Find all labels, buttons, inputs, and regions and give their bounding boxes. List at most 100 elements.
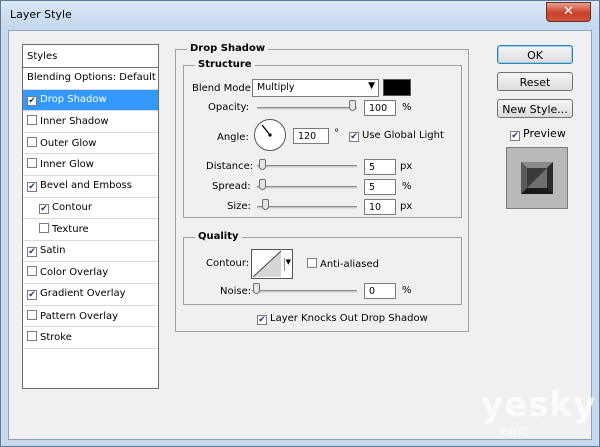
noise-input[interactable]: 0 bbox=[364, 283, 396, 299]
checkbox-icon[interactable] bbox=[39, 223, 49, 234]
checkbox-icon[interactable] bbox=[27, 158, 37, 169]
checkbox-icon[interactable]: ✔ bbox=[27, 246, 37, 257]
spread-unit: % bbox=[402, 181, 412, 192]
size-unit: px bbox=[400, 201, 413, 212]
reset-button[interactable]: Reset bbox=[497, 72, 573, 91]
size-input[interactable]: 10 bbox=[364, 199, 396, 215]
size-slider-thumb[interactable] bbox=[262, 199, 269, 210]
spread-slider-track[interactable] bbox=[257, 186, 357, 189]
title-bar[interactable]: Layer Style ✕ bbox=[1, 1, 599, 29]
layer-style-window: Layer Style ✕ Styles Blending Options: D… bbox=[0, 0, 600, 447]
opacity-slider-thumb[interactable] bbox=[349, 100, 356, 111]
contour-picker[interactable]: ▼ bbox=[251, 249, 293, 279]
checkbox-icon[interactable]: ✔ bbox=[27, 289, 37, 300]
contour-curve-icon bbox=[252, 250, 282, 278]
spread-label: Spread: bbox=[212, 181, 251, 192]
style-item-bevel-and-emboss[interactable]: ✔ Bevel and Emboss bbox=[23, 176, 158, 198]
chevron-down-icon: ▼ bbox=[368, 81, 375, 91]
style-item-label: Texture bbox=[52, 224, 89, 236]
size-slider-track[interactable] bbox=[257, 206, 357, 209]
anti-aliased-checkbox[interactable]: Anti-aliased bbox=[307, 258, 379, 270]
checkbox-icon[interactable]: ✔ bbox=[27, 95, 37, 106]
global-light-label: Use Global Light bbox=[362, 130, 444, 141]
noise-label: Noise: bbox=[220, 286, 252, 297]
style-item-blending-options-default[interactable]: Blending Options: Default bbox=[23, 68, 158, 90]
styles-list: Styles Blending Options: Default ✔ Drop Sh… bbox=[22, 44, 159, 389]
opacity-unit: % bbox=[402, 102, 412, 113]
blend-mode-label: Blend Mode: bbox=[192, 83, 255, 94]
style-item-inner-shadow[interactable]: Inner Shadow bbox=[23, 111, 158, 133]
preview-swatch-icon bbox=[521, 162, 553, 194]
distance-input[interactable]: 5 bbox=[364, 159, 396, 175]
anti-aliased-check-icon bbox=[307, 258, 317, 268]
window-title: Layer Style bbox=[10, 8, 72, 21]
anti-aliased-label: Anti-aliased bbox=[320, 259, 380, 270]
blend-mode-select[interactable]: Multiply ▼ bbox=[252, 79, 379, 97]
style-item-contour[interactable]: ✔ Contour bbox=[23, 198, 158, 220]
contour-label: Contour: bbox=[206, 258, 250, 269]
contour-dropdown-icon[interactable]: ▼ bbox=[283, 258, 291, 271]
structure-title: Structure bbox=[195, 59, 255, 70]
shadow-color-swatch[interactable] bbox=[383, 79, 411, 96]
blend-mode-value: Multiply bbox=[257, 82, 295, 93]
checkbox-icon[interactable] bbox=[27, 136, 37, 147]
style-item-label: Inner Glow bbox=[40, 159, 94, 171]
dialog-body: Styles Blending Options: Default ✔ Drop Sh… bbox=[8, 30, 592, 440]
checkbox-icon[interactable] bbox=[27, 309, 37, 320]
quality-title: Quality bbox=[195, 231, 242, 242]
style-item-texture[interactable]: Texture bbox=[23, 219, 158, 241]
new-style-button[interactable]: New Style... bbox=[497, 99, 573, 118]
watermark-logo: yesky bbox=[481, 385, 597, 425]
style-item-inner-glow[interactable]: Inner Glow bbox=[23, 154, 158, 176]
global-light-checkbox[interactable]: ✔ Use Global Light bbox=[349, 130, 444, 142]
preview-checkbox[interactable]: ✔ Preview bbox=[510, 127, 566, 141]
style-item-pattern-overlay[interactable]: Pattern Overlay bbox=[23, 306, 158, 328]
style-item-label: Inner Shadow bbox=[40, 116, 109, 128]
style-item-label: Gradient Overlay bbox=[40, 287, 126, 299]
close-icon: ✕ bbox=[563, 4, 574, 19]
knockout-checkbox[interactable]: ✔ Layer Knocks Out Drop Shadow bbox=[257, 313, 428, 325]
style-item-label: Color Overlay bbox=[40, 267, 109, 279]
checkbox-icon[interactable]: ✔ bbox=[27, 181, 37, 192]
angle-dial[interactable] bbox=[254, 119, 286, 151]
style-item-label: Bevel and Emboss bbox=[40, 179, 132, 191]
style-item-label: Contour bbox=[52, 201, 92, 213]
style-item-drop-shadow[interactable]: ✔ Drop Shadow bbox=[23, 89, 158, 112]
distance-label: Distance: bbox=[206, 161, 254, 172]
distance-slider-track[interactable] bbox=[257, 165, 357, 168]
global-light-check-icon: ✔ bbox=[349, 132, 359, 142]
angle-dial-icon bbox=[261, 124, 272, 137]
size-label: Size: bbox=[227, 201, 251, 212]
spread-slider-thumb[interactable] bbox=[259, 179, 266, 190]
checkbox-icon[interactable] bbox=[27, 266, 37, 277]
preview-check-icon: ✔ bbox=[510, 131, 520, 141]
style-item-label: Outer Glow bbox=[40, 137, 97, 149]
style-item-satin[interactable]: ✔ Satin bbox=[23, 241, 158, 263]
checkbox-icon[interactable]: ✔ bbox=[39, 203, 49, 214]
style-preview-thumbnail bbox=[506, 147, 568, 209]
angle-unit: ° bbox=[334, 128, 339, 139]
style-item-label: Stroke bbox=[40, 332, 72, 344]
style-item-gradient-overlay[interactable]: ✔ Gradient Overlay bbox=[23, 284, 158, 306]
style-item-label: Satin bbox=[40, 244, 66, 256]
style-item-color-overlay[interactable]: Color Overlay bbox=[23, 262, 158, 284]
checkbox-icon[interactable] bbox=[27, 331, 37, 342]
checkbox-icon[interactable] bbox=[27, 115, 37, 126]
noise-slider-track[interactable] bbox=[252, 290, 357, 293]
noise-slider-thumb[interactable] bbox=[253, 283, 260, 294]
opacity-label: Opacity: bbox=[208, 102, 250, 113]
style-item-outer-glow[interactable]: Outer Glow bbox=[23, 133, 158, 155]
style-item-stroke[interactable]: Stroke bbox=[23, 327, 158, 349]
angle-input[interactable]: 120 bbox=[293, 128, 329, 144]
opacity-input[interactable]: 100 bbox=[364, 100, 396, 116]
spread-input[interactable]: 5 bbox=[364, 179, 396, 195]
ok-button[interactable]: OK bbox=[497, 45, 573, 64]
style-item-label: Blending Options: Default bbox=[27, 72, 156, 83]
noise-unit: % bbox=[402, 285, 412, 296]
watermark-subtitle: 天极网 bbox=[498, 428, 528, 439]
close-button[interactable]: ✕ bbox=[546, 2, 591, 22]
styles-list-header[interactable]: Styles bbox=[23, 45, 158, 68]
distance-slider-thumb[interactable] bbox=[259, 159, 266, 170]
angle-label: Angle: bbox=[217, 132, 249, 143]
opacity-slider-track[interactable] bbox=[257, 107, 357, 110]
